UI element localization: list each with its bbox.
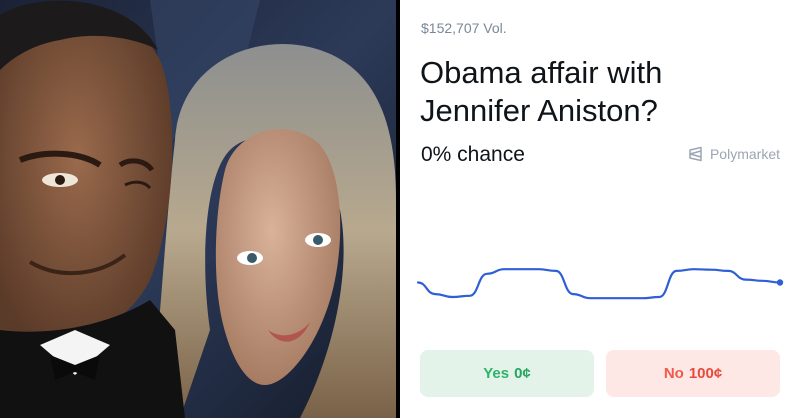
brand[interactable]: Polymarket [688,146,780,162]
no-label: No [663,365,684,382]
market-question[interactable]: Obama affair with Jennifer Aniston? [420,54,780,130]
buy-yes-button[interactable]: Yes 0¢ [420,350,594,397]
chance-value: 0% chance [421,143,525,166]
buy-no-button[interactable]: No 100¢ [606,350,780,397]
photo-icon [0,0,396,418]
no-price: 100¢ [688,365,723,382]
brand-name: Polymarket [709,146,780,162]
current-price-dot [776,279,784,286]
yes-label: Yes [483,365,510,382]
price-series-line [416,268,782,300]
polymarket-logo-icon [689,146,702,162]
photo-panel [0,0,396,418]
market-card[interactable]: $152,707 Vol. Obama affair with Jennifer… [400,0,800,418]
yes-price: 0¢ [514,365,531,382]
price-chart [416,268,784,300]
volume-label: $152,707 Vol. [421,20,507,36]
